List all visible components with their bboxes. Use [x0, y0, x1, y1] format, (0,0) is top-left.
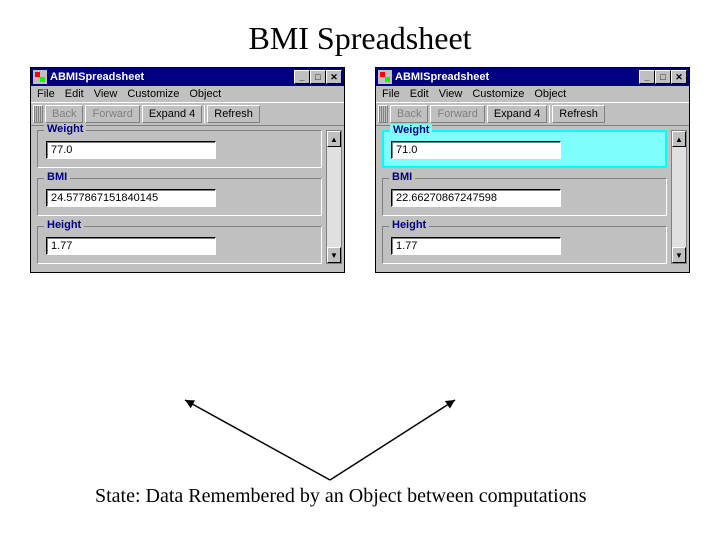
menubar: File Edit View Customize Object: [31, 86, 344, 102]
scrollbar[interactable]: ▲ ▼: [671, 130, 687, 264]
close-button[interactable]: ✕: [326, 70, 342, 84]
window-title: ABMISpreadsheet: [50, 71, 294, 83]
back-button[interactable]: Back: [390, 105, 428, 123]
minimize-button[interactable]: _: [639, 70, 655, 84]
weight-group: Weight 77.0: [37, 130, 322, 168]
scroll-down-icon[interactable]: ▼: [327, 247, 341, 263]
maximize-button[interactable]: □: [310, 70, 326, 84]
annotation-arrows: [125, 395, 505, 495]
expand-button[interactable]: Expand 4: [142, 105, 202, 123]
menu-view[interactable]: View: [94, 88, 118, 100]
scrollbar[interactable]: ▲ ▼: [326, 130, 342, 264]
menubar: File Edit View Customize Object: [376, 86, 689, 102]
window-right: ABMISpreadsheet _ □ ✕ File Edit View Cus…: [375, 67, 690, 273]
menu-edit[interactable]: Edit: [65, 88, 84, 100]
toolbar-divider: [549, 105, 550, 123]
menu-object[interactable]: Object: [189, 88, 221, 100]
height-field[interactable]: 1.77: [46, 237, 216, 255]
height-label: Height: [44, 219, 84, 231]
menu-edit[interactable]: Edit: [410, 88, 429, 100]
menu-customize[interactable]: Customize: [127, 88, 179, 100]
expand-button[interactable]: Expand 4: [487, 105, 547, 123]
bmi-group: BMI 24.577867151840145: [37, 178, 322, 216]
weight-label: Weight: [44, 123, 86, 135]
weight-field[interactable]: 71.0: [391, 141, 561, 159]
window-title: ABMISpreadsheet: [395, 71, 639, 83]
toolbar-grip: [378, 105, 388, 123]
close-button[interactable]: ✕: [671, 70, 687, 84]
refresh-button[interactable]: Refresh: [207, 105, 260, 123]
slide-caption: State: Data Remembered by an Object betw…: [95, 485, 587, 508]
forward-button[interactable]: Forward: [85, 105, 139, 123]
maximize-button[interactable]: □: [655, 70, 671, 84]
slide-title: BMI Spreadsheet: [0, 0, 720, 67]
toolbar-grip: [33, 105, 43, 123]
bmi-field[interactable]: 22.66270867247598: [391, 189, 561, 207]
scroll-up-icon[interactable]: ▲: [672, 131, 686, 147]
height-label: Height: [389, 219, 429, 231]
weight-group: Weight 71.0: [382, 130, 667, 168]
refresh-button[interactable]: Refresh: [552, 105, 605, 123]
bmi-label: BMI: [389, 171, 415, 183]
bmi-label: BMI: [44, 171, 70, 183]
scroll-up-icon[interactable]: ▲: [327, 131, 341, 147]
weight-label: Weight: [390, 124, 432, 136]
height-group: Height 1.77: [382, 226, 667, 264]
forward-button[interactable]: Forward: [430, 105, 484, 123]
menu-customize[interactable]: Customize: [472, 88, 524, 100]
titlebar: ABMISpreadsheet _ □ ✕: [376, 68, 689, 86]
bmi-group: BMI 22.66270867247598: [382, 178, 667, 216]
toolbar-divider: [204, 105, 205, 123]
window-left: ABMISpreadsheet _ □ ✕ File Edit View Cus…: [30, 67, 345, 273]
height-group: Height 1.77: [37, 226, 322, 264]
titlebar: ABMISpreadsheet _ □ ✕: [31, 68, 344, 86]
menu-file[interactable]: File: [382, 88, 400, 100]
bmi-field[interactable]: 24.577867151840145: [46, 189, 216, 207]
height-field[interactable]: 1.77: [391, 237, 561, 255]
minimize-button[interactable]: _: [294, 70, 310, 84]
app-icon: [33, 70, 47, 84]
menu-view[interactable]: View: [439, 88, 463, 100]
scroll-down-icon[interactable]: ▼: [672, 247, 686, 263]
app-icon: [378, 70, 392, 84]
scroll-track[interactable]: [672, 147, 686, 247]
scroll-track[interactable]: [327, 147, 341, 247]
back-button[interactable]: Back: [45, 105, 83, 123]
menu-file[interactable]: File: [37, 88, 55, 100]
menu-object[interactable]: Object: [534, 88, 566, 100]
toolbar: Back Forward Expand 4 Refresh: [376, 102, 689, 126]
weight-field[interactable]: 77.0: [46, 141, 216, 159]
